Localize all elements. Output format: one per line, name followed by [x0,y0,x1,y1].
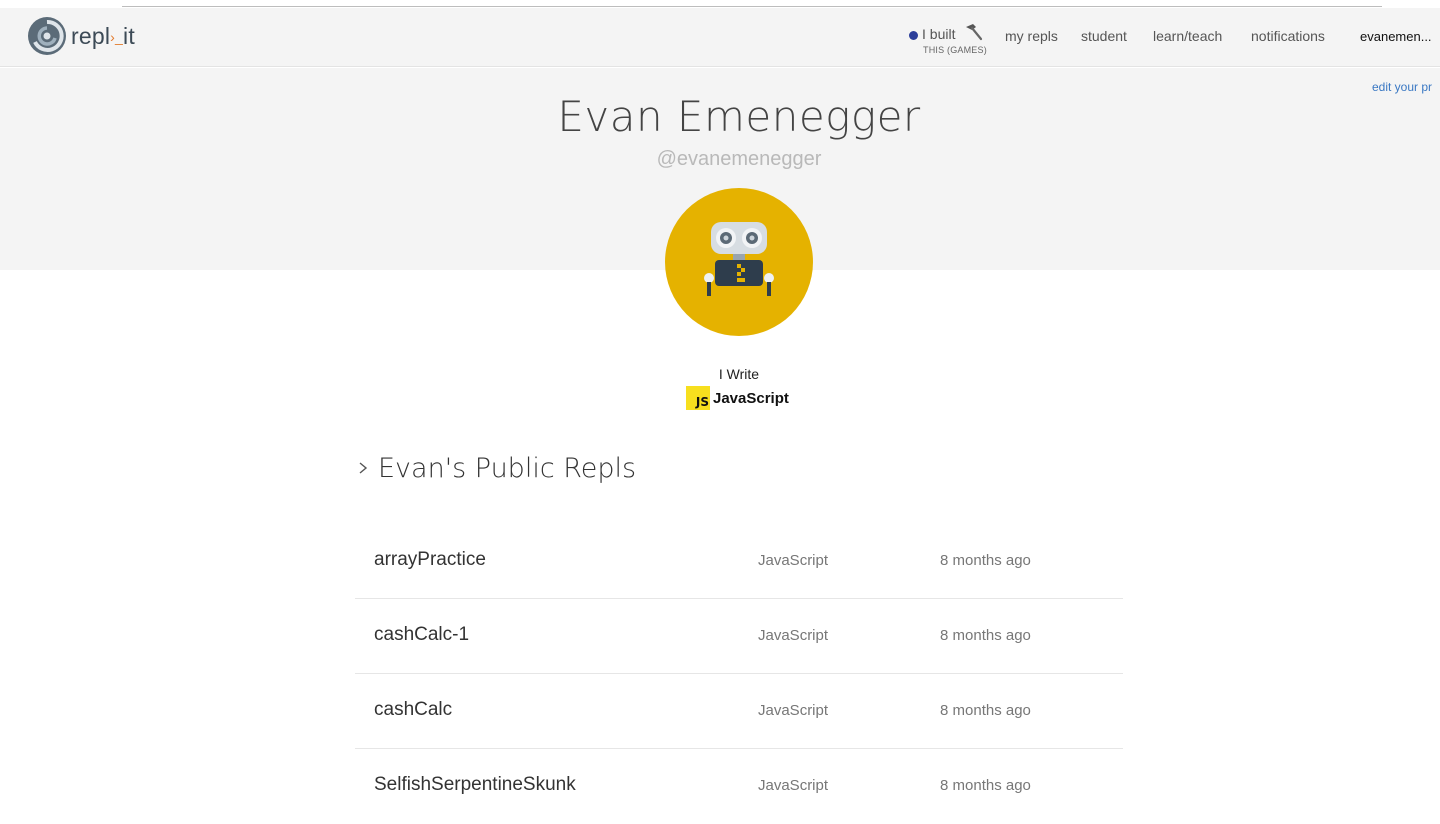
replit-swirl-icon [28,17,66,55]
i-built-sub-label: THIS (GAMES) [923,45,987,55]
i-built-this-button[interactable]: I built THIS (GAMES) [908,24,998,58]
repl-row[interactable]: SelfishSerpentineSkunk JavaScript 8 mont… [355,749,1123,824]
robot-avatar-icon [704,222,774,296]
repl-updated: 8 months ago [940,552,1031,569]
repl-name[interactable]: SelfishSerpentineSkunk [374,774,576,796]
repl-language: JavaScript [758,627,829,644]
repl-language: JavaScript [758,777,829,794]
profile-handle: @evanemenegger [656,148,822,170]
repl-updated: 8 months ago [940,627,1031,644]
language-name: JavaScript [713,389,789,407]
repl-language: JavaScript [758,552,829,569]
nav-learn-teach[interactable]: learn/teach [1153,28,1222,44]
public-repls-toggle[interactable]: Evan's Public Repls [356,450,636,486]
js-badge-icon: JS [686,386,710,410]
nav-my-repls[interactable]: my repls [1005,28,1058,44]
profile-name: Evan Emenegger [557,92,921,141]
top-nav-bar: repl›_it I built THIS (GAMES) my repls s… [0,8,1440,67]
repl-list: arrayPractice JavaScript 8 months ago ca… [355,524,1123,824]
browser-top-edge [0,0,1440,8]
repl-name[interactable]: cashCalc-1 [374,624,469,646]
repl-row[interactable]: cashCalc JavaScript 8 months ago [355,674,1123,749]
i-built-label: I built [922,26,956,42]
i-write-label: I Write [718,366,760,382]
avatar [665,188,813,336]
repl-row[interactable]: cashCalc-1 JavaScript 8 months ago [355,599,1123,674]
status-dot [909,31,918,40]
replit-logo[interactable]: repl›_it [27,16,135,56]
section-title: Evan's Public Repls [378,452,637,484]
chevron-right-icon [359,462,368,474]
language-tag: JS JavaScript [686,386,789,410]
repl-name[interactable]: cashCalc [374,699,452,721]
nav-user-menu[interactable]: evanemen... [1360,29,1432,44]
nav-student[interactable]: student [1081,28,1127,44]
repl-name[interactable]: arrayPractice [374,549,486,571]
repl-updated: 8 months ago [940,777,1031,794]
repl-row[interactable]: arrayPractice JavaScript 8 months ago [355,524,1123,599]
hammer-icon [966,24,983,41]
logo-wordmark: repl›_it [71,22,135,49]
nav-notifications[interactable]: notifications [1251,28,1325,44]
repl-language: JavaScript [758,702,829,719]
repl-updated: 8 months ago [940,702,1031,719]
